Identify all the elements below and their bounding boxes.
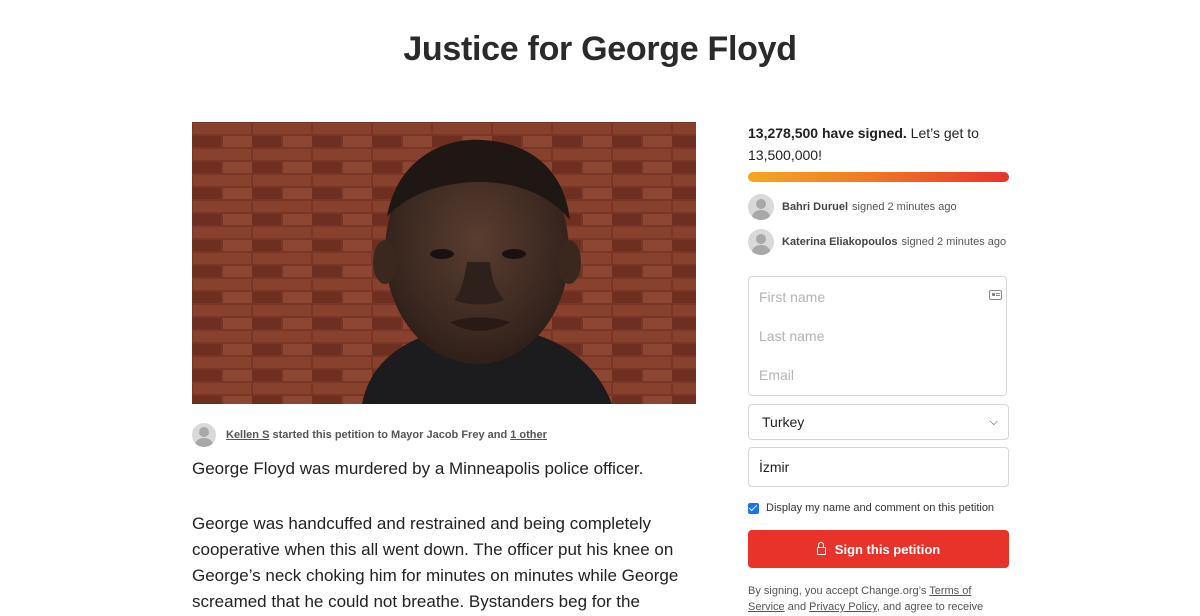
petition-photo (192, 122, 696, 404)
first-name-field[interactable] (748, 276, 1007, 317)
email-field[interactable] (748, 355, 1007, 396)
signer-avatar (748, 194, 774, 220)
city-field[interactable]: İzmir (748, 447, 1009, 487)
chevron-down-icon: ⌵ (989, 415, 998, 428)
country-select[interactable]: Turkey ⌵ (748, 404, 1009, 440)
starter-avatar (192, 423, 216, 447)
legal-and: and (787, 601, 807, 613)
sign-petition-button[interactable]: Sign this petition (748, 530, 1009, 568)
legal-notice: By signing, you accept Change.org’s Term… (748, 583, 1009, 615)
body-line: George was handcuffed and restrained and… (192, 514, 651, 533)
body-line: cooperative when this all went down. The… (192, 540, 674, 559)
petition-body: George was handcuffed and restrained and… (192, 511, 702, 615)
sign-petition-label: Sign this petition (834, 541, 941, 557)
other-decision-makers-link[interactable]: 1 other (510, 429, 547, 441)
petition-title: Justice for George Floyd (403, 30, 797, 68)
display-name-label: Display my name and comment on this peti… (766, 502, 995, 514)
recent-signer: Katerina Eliakopoulos signed 2 minutes a… (748, 229, 1006, 255)
starter-name-link[interactable]: Kellen S (226, 429, 269, 441)
body-line: screamed that he could not breathe. Byst… (192, 592, 640, 611)
recent-signer: Bahri Duruel signed 2 minutes ago (748, 194, 957, 220)
signer-name: Bahri Duruel (782, 201, 849, 213)
last-name-field[interactable] (748, 316, 1007, 356)
country-value: Turkey (762, 414, 805, 430)
legal-prefix: By signing, you accept Change.org’s (748, 585, 927, 597)
signer-time: signed 2 minutes ago (852, 201, 957, 213)
signer-name: Katerina Eliakopoulos (782, 236, 898, 248)
privacy-link[interactable]: Privacy Policy (809, 601, 877, 613)
signer-avatar (748, 229, 774, 255)
petition-starter: Kellen S started this petition to Mayor … (192, 423, 547, 447)
signature-count-bold: 13,278,500 have signed. (748, 125, 907, 141)
signer-time: signed 2 minutes ago (901, 236, 1007, 248)
city-value: İzmir (759, 459, 790, 475)
display-name-option: Display my name and comment on this peti… (748, 502, 994, 514)
signature-progress-bar (748, 172, 1009, 182)
lock-icon (816, 541, 826, 555)
body-line: George’s neck choking him for minutes on… (192, 566, 679, 585)
display-name-checkbox[interactable] (748, 502, 759, 514)
starter-text: started this petition to Mayor Jacob Fre… (272, 429, 508, 441)
petition-lead: George Floyd was murdered by a Minneapol… (192, 459, 644, 478)
legal-suffix: , and agree to receive (876, 601, 984, 613)
contact-card-icon (989, 290, 1002, 300)
signature-count: 13,278,500 have signed. Let’s get to 13,… (748, 122, 1009, 166)
signature-count-rest: Let’s get to (910, 125, 979, 141)
signature-goal: 13,500,000! (748, 147, 822, 163)
